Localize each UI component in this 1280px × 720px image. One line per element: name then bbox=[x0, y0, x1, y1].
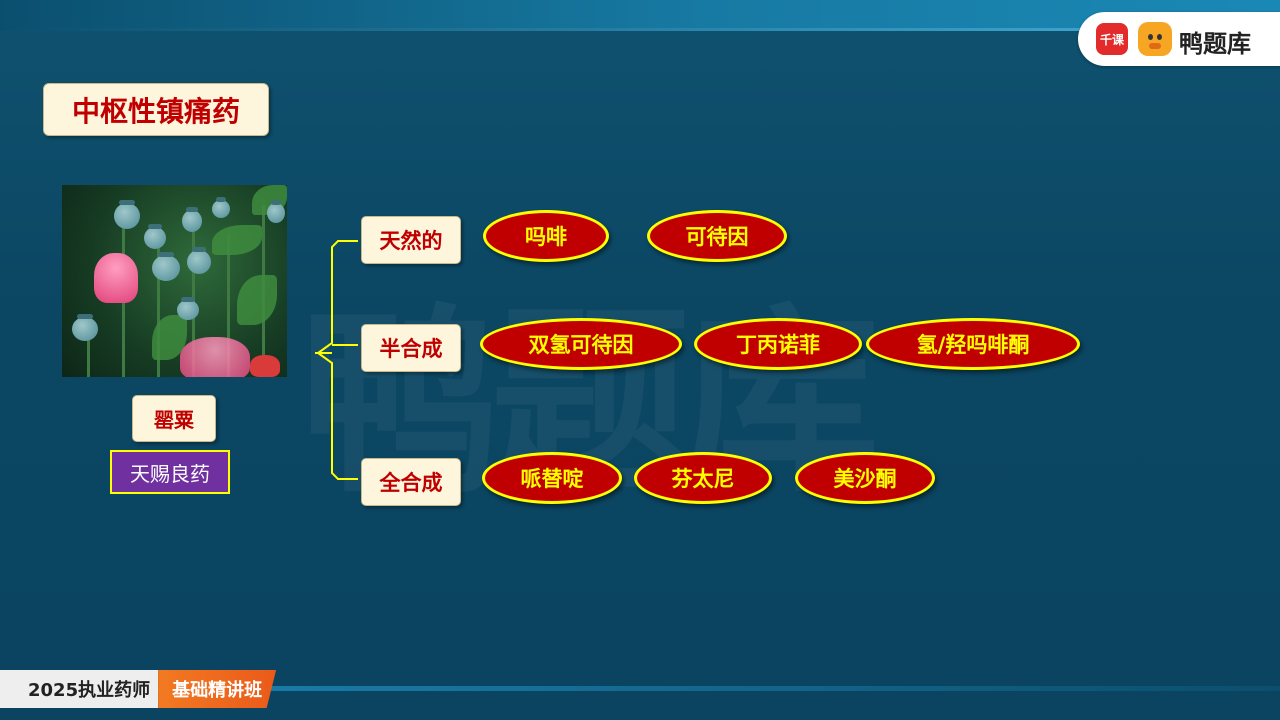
drug-oval: 双氢可待因 bbox=[480, 318, 682, 370]
drug-oval: 氢/羟吗啡酮 bbox=[866, 318, 1080, 370]
course-class: 基础精讲班 bbox=[158, 670, 277, 708]
course-banner: 2025执业药师 基础精讲班 bbox=[0, 670, 277, 708]
category-synthetic: 全合成 bbox=[361, 458, 461, 506]
brand-badge: 千课 鸭题库 bbox=[1078, 12, 1280, 66]
drug-oval: 丁丙诺菲 bbox=[694, 318, 862, 370]
image-caption: 罂粟 bbox=[132, 395, 216, 442]
category-natural: 天然的 bbox=[361, 216, 461, 264]
course-year: 2025执业药师 bbox=[0, 670, 159, 708]
drug-oval: 吗啡 bbox=[483, 210, 609, 262]
drug-oval: 可待因 bbox=[647, 210, 787, 262]
category-semi-synthetic: 半合成 bbox=[361, 324, 461, 372]
drug-oval: 芬太尼 bbox=[634, 452, 772, 504]
drug-oval: 美沙酮 bbox=[795, 452, 935, 504]
brand-name: 鸭题库 bbox=[1179, 30, 1251, 58]
slide-title: 中枢性镇痛药 bbox=[43, 83, 269, 136]
tagline-box: 天赐良药 bbox=[110, 450, 230, 494]
poppy-image bbox=[62, 185, 287, 377]
qianke-logo: 千课 bbox=[1096, 23, 1128, 55]
drug-oval: 哌替啶 bbox=[482, 452, 622, 504]
duck-logo-icon bbox=[1138, 22, 1172, 56]
